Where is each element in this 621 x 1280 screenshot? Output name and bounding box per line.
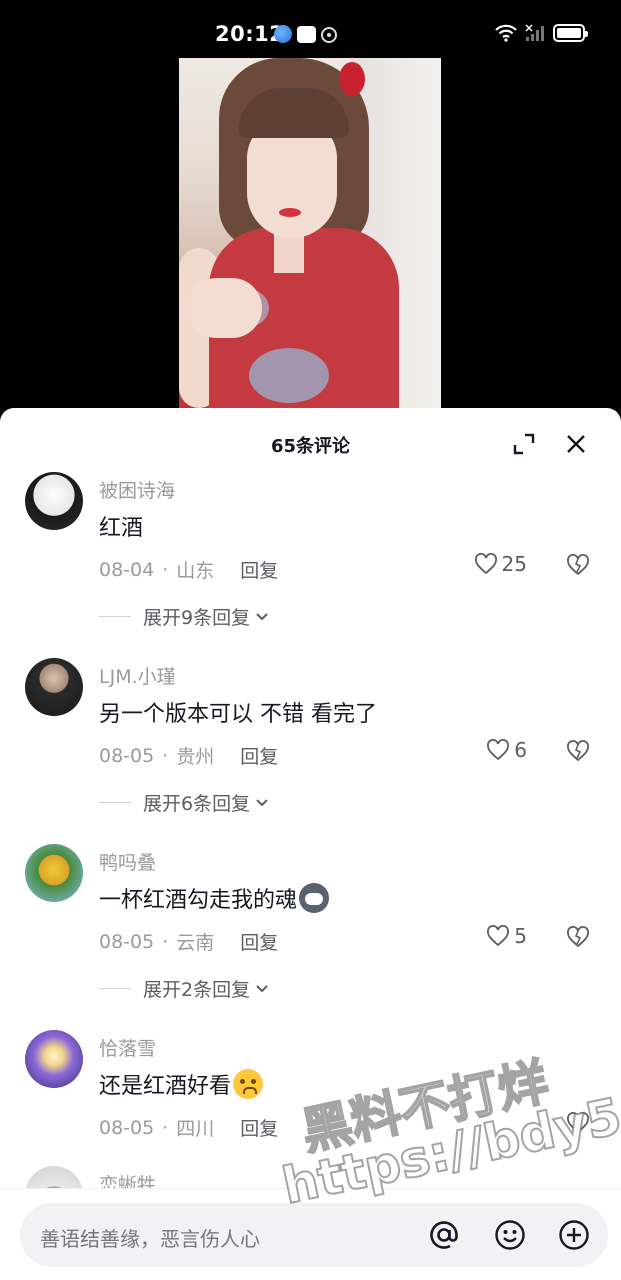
comment-text-content: 另一个版本可以 不错 看完了 [99,702,377,727]
status-indicators [495,24,588,42]
avatar[interactable] [25,1030,83,1088]
broken-heart-icon[interactable] [566,926,590,948]
comment-location: 山东 [176,560,215,582]
browser-notification-icon [274,25,292,43]
divider-line [99,616,131,617]
at-icon[interactable] [428,1219,460,1251]
chevron-down-icon [256,984,268,992]
reply-button[interactable]: 回复 [240,1114,278,1141]
expand-replies-button[interactable]: 展开6条回复 [99,789,270,816]
comment-username[interactable]: 恰落雪 [99,1034,156,1061]
comment-input[interactable]: 善语结善缘，恶言伤人心 [20,1203,608,1267]
chevron-down-icon [256,612,268,620]
comment-meta: 08-05 · 贵州 回复 [99,742,278,769]
hotspot-icon [321,27,337,43]
avatar[interactable] [25,658,83,716]
comment-username[interactable]: LJM.小瑾 [99,662,176,689]
reply-button[interactable]: 回复 [240,556,278,583]
heart-outline-icon [487,925,510,947]
comment-username[interactable]: 鸭吗叠 [99,848,156,875]
comment-location: 贵州 [176,746,215,768]
comment-text-content: 还是红酒好看 [99,1074,232,1099]
expand-replies-label: 展开9条回复 [143,607,251,629]
chevron-down-icon [256,798,268,806]
app-notification-icon [297,26,316,43]
broken-heart-icon[interactable] [566,554,590,576]
heart-outline-icon [474,553,497,575]
broken-heart-icon[interactable] [566,740,590,762]
comment-input-bar: 善语结善缘，恶言伤人心 [0,1188,621,1280]
avatar[interactable] [25,472,83,530]
expand-icon[interactable] [512,432,536,456]
comment-text: 另一个版本可以 不错 看完了 [99,696,377,728]
comment-location: 四川 [176,1118,215,1140]
reply-button[interactable]: 回复 [240,742,278,769]
expand-replies-button[interactable]: 展开2条回复 [99,975,270,1002]
comment-input-placeholder: 善语结善缘，恶言伤人心 [40,1227,260,1251]
comment-date: 08-05 [99,744,155,767]
comment-item: 被困诗海 红酒 08-04 · 山东 回复 25 展开9条回复 [0,472,621,658]
expand-replies-button[interactable]: 展开9条回复 [99,603,270,630]
comment-panel-header: 65条评论 [0,408,621,478]
comment-text-content: 红酒 [99,516,144,541]
smiley-icon[interactable] [494,1219,526,1251]
broken-heart-icon[interactable] [566,1112,590,1134]
battery-icon [553,24,588,42]
like-count: 5 [514,924,527,948]
comment-item: LJM.小瑾 另一个版本可以 不错 看完了 08-05 · 贵州 回复 6 展开… [0,658,621,844]
wifi-icon [495,24,517,42]
husky-emoji-icon [299,883,330,913]
like-button[interactable]: 25 [474,552,527,576]
comment-item: 鸭吗叠 一杯红酒勾走我的魂 08-05 · 云南 回复 5 展开2条回复 [0,844,621,1030]
divider-line [99,988,131,989]
comment-text: 还是红酒好看 [99,1068,264,1100]
meta-separator: · [162,930,169,953]
comment-text: 红酒 [99,510,143,542]
comment-meta: 08-05 · 云南 回复 [99,928,278,955]
like-count: 6 [514,738,527,762]
comment-date: 08-04 [99,558,155,581]
expand-replies-label: 展开2条回复 [143,979,251,1001]
signal-icon [525,24,544,41]
expand-replies-label: 展开6条回复 [143,793,251,815]
comment-username[interactable]: 被困诗海 [99,476,175,503]
comment-text: 一杯红酒勾走我的魂 [99,882,330,914]
meta-separator: · [162,558,169,581]
plus-icon[interactable] [558,1219,590,1251]
heart-outline-icon [487,739,510,761]
avatar[interactable] [25,844,83,902]
comment-location: 云南 [176,932,215,954]
comment-meta: 08-05 · 四川 回复 [99,1114,278,1141]
divider-line [99,802,131,803]
reply-button[interactable]: 回复 [240,928,278,955]
close-icon[interactable] [564,432,588,456]
like-count: 25 [501,552,527,576]
comment-date: 08-05 [99,1116,155,1139]
crying-emoji-icon [233,1069,264,1099]
meta-separator: · [162,744,169,767]
status-bar: 20:12 [0,0,621,58]
meta-separator: · [162,1116,169,1139]
video-player[interactable] [179,58,441,410]
comment-text-content: 一杯红酒勾走我的魂 [99,888,298,913]
comment-meta: 08-04 · 山东 回复 [99,556,278,583]
like-button[interactable]: 5 [486,924,527,948]
comment-date: 08-05 [99,930,155,953]
like-button[interactable]: 6 [486,738,527,762]
comment-panel: 65条评论 被困诗海 红酒 08-04 · 山东 回复 25 展开9条回复 LJ… [0,408,621,1280]
